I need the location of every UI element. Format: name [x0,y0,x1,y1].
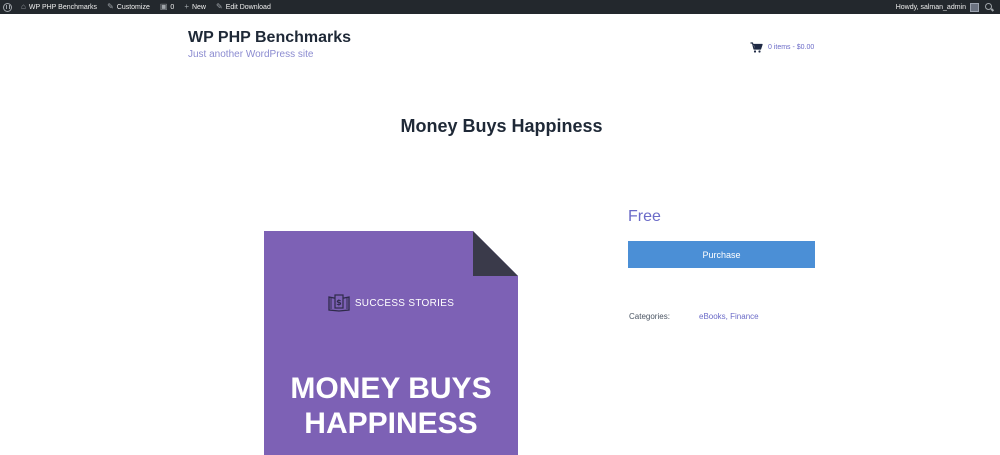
book-dollar-icon: $ [328,294,350,312]
admin-bar-edit-download[interactable]: ✎ Edit Download [211,0,276,14]
brush-icon: ✎ [107,2,114,11]
page-fold-graphic [473,231,518,276]
page-title: Money Buys Happiness [400,116,603,136]
home-icon: ⌂ [21,2,26,11]
categories-links[interactable]: eBooks, Finance [699,312,759,321]
admin-bar: ⌂ WP PHP Benchmarks ✎ Customize ▣ 0 + Ne… [0,0,1000,14]
comment-icon: ▣ [159,2,168,11]
search-icon[interactable] [985,2,994,12]
shopping-cart-icon [750,42,763,53]
product-price: Free [628,208,661,225]
admin-bar-site-name[interactable]: ⌂ WP PHP Benchmarks [16,0,102,14]
svg-text:$: $ [336,298,342,307]
admin-bar-new[interactable]: + New [179,0,211,14]
success-stories-badge: $ SUCCESS STORIES [264,294,518,312]
product-image: $ SUCCESS STORIES MONEY BUYS HAPPINESS [264,231,518,455]
avatar[interactable] [970,2,979,12]
admin-bar-customize[interactable]: ✎ Customize [102,0,155,14]
categories-label: Categories: [629,312,670,321]
cart-summary: 0 items - $0.00 [768,44,815,51]
site-tagline: Just another WordPress site [188,49,314,60]
pencil-icon: ✎ [216,2,223,11]
admin-bar-greeting[interactable]: Howdy, salman_admin [896,4,966,11]
plus-icon: + [184,2,189,11]
admin-bar-comments[interactable]: ▣ 0 [155,0,179,14]
cover-title: MONEY BUYS HAPPINESS [290,372,492,440]
cart-link[interactable]: 0 items - $0.00 [750,42,814,53]
site-title[interactable]: WP PHP Benchmarks [188,29,351,47]
wordpress-logo-icon[interactable] [3,2,12,12]
purchase-button[interactable]: Purchase [628,241,815,268]
